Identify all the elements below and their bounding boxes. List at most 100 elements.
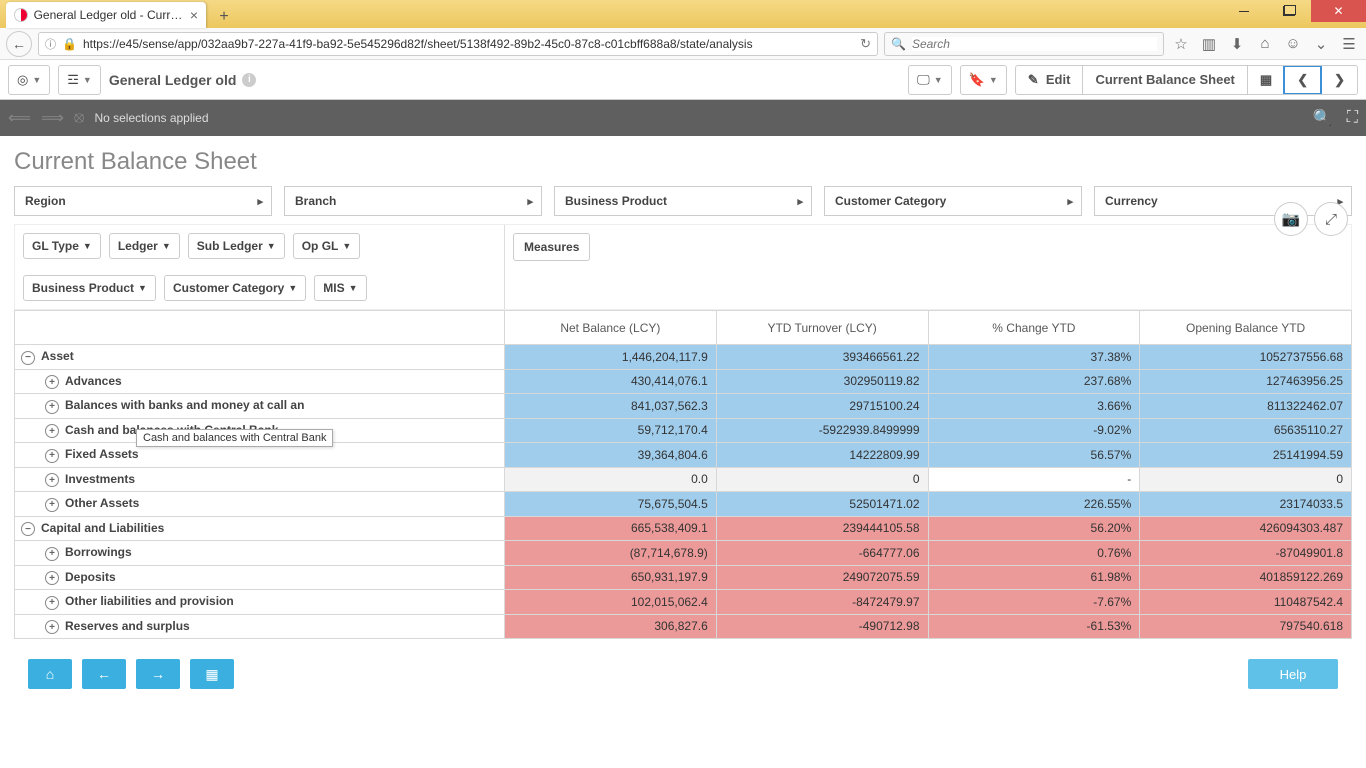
table-button[interactable]: ▦ [190, 659, 234, 689]
info-icon[interactable]: i [242, 73, 256, 87]
fullscreen-button[interactable]: ⤢ [1314, 202, 1348, 236]
help-button[interactable]: Help [1248, 659, 1338, 689]
url-bar[interactable]: ⓘ 🔒 https://e45/sense/app/032aa9b7-227a-… [38, 32, 878, 56]
dim-cell[interactable]: +Balances with banks and money at call a… [15, 394, 505, 419]
table-row[interactable]: +Other Assets75,675,504.552501471.02226.… [15, 492, 1352, 517]
dim-cell[interactable]: +Deposits [15, 565, 505, 590]
expand-icon[interactable]: + [45, 375, 59, 389]
dim-cell[interactable]: +Other Assets [15, 492, 505, 517]
assets-button[interactable]: ☲▼ [58, 65, 101, 95]
dim-chip[interactable]: Customer Category▼ [164, 275, 306, 301]
col-header[interactable]: Opening Balance YTD [1140, 311, 1352, 345]
measures-button[interactable]: Measures [513, 233, 590, 261]
browser-tab[interactable]: General Ledger old - Curre… × [6, 2, 206, 28]
browser-search[interactable]: 🔍 [884, 32, 1164, 56]
col-header[interactable]: YTD Turnover (LCY) [716, 311, 928, 345]
step-back-icon[interactable]: ⟸ [8, 108, 31, 128]
device-preview-button[interactable]: 🖵▼ [908, 65, 951, 95]
nav-back-button[interactable]: ← [6, 31, 32, 57]
dim-cell[interactable]: +Reserves and surplus [15, 614, 505, 639]
current-sheet-label[interactable]: Current Balance Sheet [1082, 66, 1246, 94]
menu-icon[interactable]: ☰ [1338, 33, 1360, 55]
col-header[interactable]: Net Balance (LCY) [505, 311, 717, 345]
close-icon[interactable]: × [190, 7, 198, 23]
table-row[interactable]: +Other liabilities and provision102,015,… [15, 590, 1352, 615]
value-cell: 0 [1140, 467, 1352, 492]
table-row[interactable]: −Asset1,446,204,117.9393466561.2237.38%1… [15, 345, 1352, 370]
bookmarks-button[interactable]: 🔖▼ [960, 65, 1007, 95]
table-row[interactable]: +Balances with banks and money at call a… [15, 394, 1352, 419]
filter-customer-category[interactable]: Customer Category [824, 186, 1082, 216]
expand-icon[interactable]: + [45, 620, 59, 634]
search-input[interactable] [912, 37, 1157, 51]
dim-chip[interactable]: MIS▼ [314, 275, 366, 301]
window-restore[interactable] [1266, 0, 1311, 22]
step-forward-icon[interactable]: ⟹ [41, 108, 64, 128]
dim-cell[interactable]: −Capital and Liabilities [15, 516, 505, 541]
value-cell: 39,364,804.6 [505, 443, 717, 468]
dim-chip[interactable]: Op GL▼ [293, 233, 361, 259]
expand-icon[interactable]: + [45, 596, 59, 610]
expand-icon[interactable]: + [45, 449, 59, 463]
table-row[interactable]: +Borrowings(87,714,678.9)-664777.060.76%… [15, 541, 1352, 566]
table-row[interactable]: +Investments0.00-0 [15, 467, 1352, 492]
dim-cell[interactable]: +Other liabilities and provision [15, 590, 505, 615]
collapse-icon[interactable]: − [21, 351, 35, 365]
expand-icon[interactable]: + [45, 473, 59, 487]
selections-tool-icon[interactable]: ⛶ [1347, 109, 1358, 127]
table-row[interactable]: +Deposits650,931,197.9249072075.5961.98%… [15, 565, 1352, 590]
prev-button[interactable]: ← [82, 659, 126, 689]
bookmark-star-icon[interactable]: ☆ [1170, 33, 1192, 55]
nav-menu-button[interactable]: ◎▼ [8, 65, 50, 95]
dim-cell[interactable]: −Asset [15, 345, 505, 370]
downloads-icon[interactable]: ⬇ [1226, 33, 1248, 55]
clear-selections-icon[interactable]: ⦻ [74, 109, 85, 127]
dim-chip[interactable]: Ledger▼ [109, 233, 180, 259]
prev-sheet-button[interactable]: ❮ [1283, 65, 1322, 95]
expand-icon[interactable]: + [45, 547, 59, 561]
home-button[interactable]: ⌂ [28, 659, 72, 689]
next-sheet-button[interactable]: ❯ [1321, 66, 1357, 94]
window-close[interactable]: ✕ [1311, 0, 1366, 22]
dim-chip[interactable]: Business Product▼ [23, 275, 156, 301]
expand-icon[interactable]: + [45, 498, 59, 512]
pocket-icon[interactable]: ⌄ [1310, 33, 1332, 55]
sheet-grid-icon[interactable]: ▦ [1247, 66, 1284, 94]
next-button[interactable]: → [136, 659, 180, 689]
value-cell: 0.0 [505, 467, 717, 492]
col-header[interactable]: % Change YTD [928, 311, 1140, 345]
new-tab-button[interactable]: + [212, 6, 236, 28]
library-icon[interactable]: ▥ [1198, 33, 1220, 55]
table-row[interactable]: +Advances430,414,076.1302950119.82237.68… [15, 369, 1352, 394]
reload-icon[interactable]: ↻ [860, 36, 871, 52]
account-icon[interactable]: ☺ [1282, 33, 1304, 55]
filter-currency[interactable]: Currency [1094, 186, 1352, 216]
dim-cell[interactable]: +Borrowings [15, 541, 505, 566]
value-cell: 75,675,504.5 [505, 492, 717, 517]
filter-business-product[interactable]: Business Product [554, 186, 812, 216]
dim-chip[interactable]: Sub Ledger▼ [188, 233, 285, 259]
expand-icon[interactable]: + [45, 571, 59, 585]
table-row[interactable]: +Reserves and surplus306,827.6-490712.98… [15, 614, 1352, 639]
value-cell: 14222809.99 [716, 443, 928, 468]
expand-icon[interactable]: + [45, 424, 59, 438]
table-row[interactable]: −Capital and Liabilities665,538,409.1239… [15, 516, 1352, 541]
value-cell: -5922939.8499999 [716, 418, 928, 443]
global-search-icon[interactable]: 🔍 [1313, 108, 1333, 128]
value-cell: -7.67% [928, 590, 1140, 615]
dim-chip[interactable]: GL Type▼ [23, 233, 101, 259]
collapse-icon[interactable]: − [21, 522, 35, 536]
value-cell: 650,931,197.9 [505, 565, 717, 590]
expand-icon[interactable]: + [45, 400, 59, 414]
filter-region[interactable]: Region [14, 186, 272, 216]
home-icon[interactable]: ⌂ [1254, 33, 1276, 55]
dim-cell[interactable]: +Advances [15, 369, 505, 394]
snapshot-button[interactable]: 📷 [1274, 202, 1308, 236]
value-cell: 401859122.269 [1140, 565, 1352, 590]
value-cell: - [928, 467, 1140, 492]
filter-branch[interactable]: Branch [284, 186, 542, 216]
edit-button[interactable]: Edit [1016, 66, 1083, 94]
window-minimize[interactable] [1221, 0, 1266, 22]
identity-icon[interactable]: ⓘ [45, 36, 56, 52]
dim-cell[interactable]: +Investments [15, 467, 505, 492]
